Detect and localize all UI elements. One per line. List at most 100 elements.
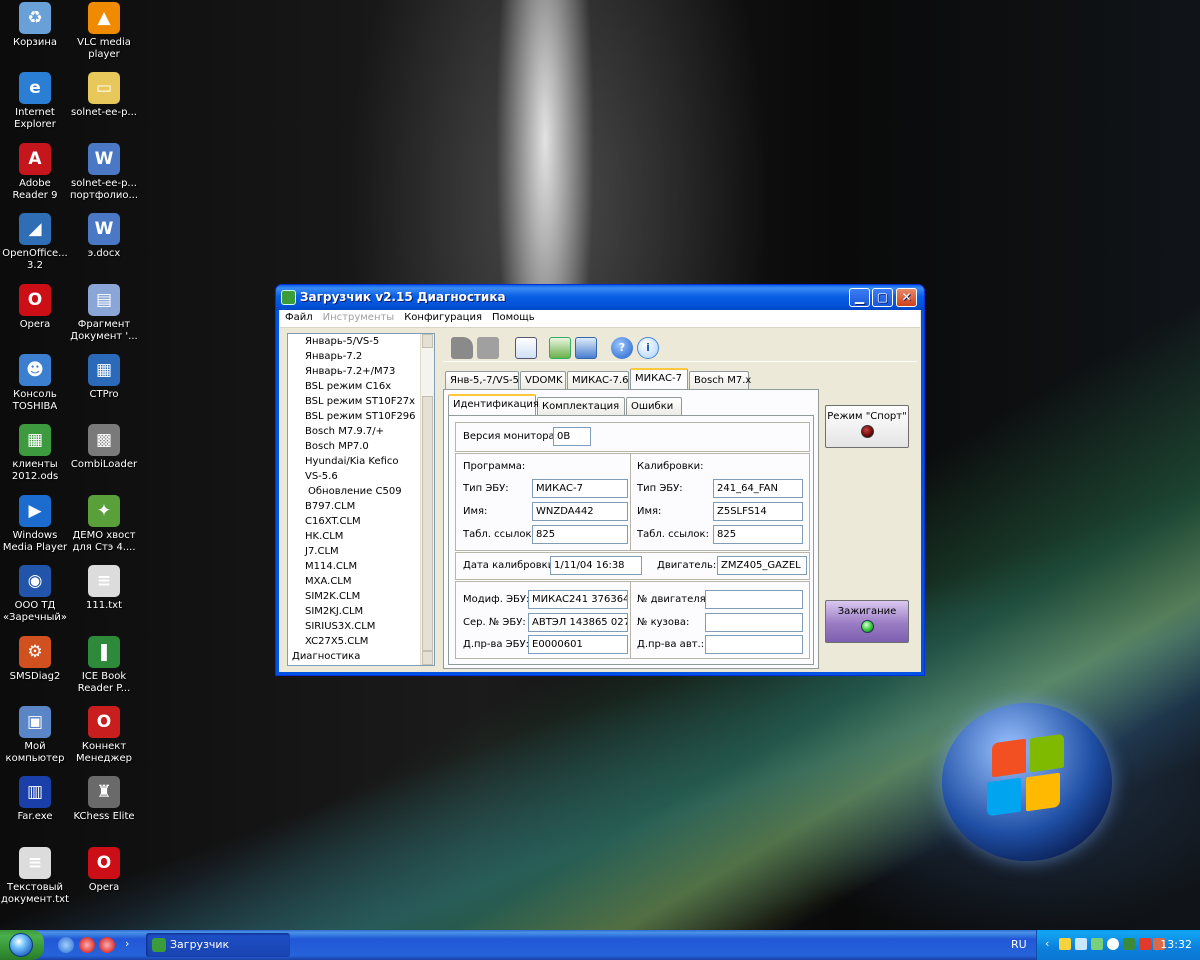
body-number-field[interactable] bbox=[705, 613, 803, 632]
tree-item[interactable]: XC27X5.CLM bbox=[288, 634, 434, 649]
info-icon[interactable]: i bbox=[637, 337, 659, 359]
desktop-icon[interactable]: Wэ.docx bbox=[69, 213, 139, 260]
desktop-icon[interactable]: ⚙ SMSDiag2 bbox=[0, 635, 70, 683]
engine-field[interactable]: ZMZ405_GAZEL bbox=[717, 556, 807, 575]
desktop-icon[interactable]: ▦ клиенты 2012.ods bbox=[0, 424, 70, 483]
tab[interactable]: МИКАС-7.6 bbox=[567, 371, 629, 389]
tree-scrollbar[interactable] bbox=[420, 334, 434, 665]
menu-item[interactable]: Помощь bbox=[487, 310, 540, 325]
close-button[interactable]: ✕ bbox=[896, 288, 917, 307]
tree-item[interactable]: Январь-7.2 bbox=[288, 349, 434, 364]
tab[interactable]: Ошибки bbox=[626, 397, 682, 415]
tab[interactable]: МИКАС-7 bbox=[630, 368, 688, 389]
menu-item[interactable]: Конфигурация bbox=[399, 310, 487, 325]
tab[interactable]: Янв-5,-7/VS-5 bbox=[445, 371, 519, 389]
desktop-icon[interactable]: ♻ Корзина bbox=[0, 2, 70, 49]
ecu-mod-field[interactable]: МИКАС241 376364 bbox=[528, 590, 628, 609]
desktop-icon[interactable]: ◉ ООО ТД «Заречный» bbox=[0, 565, 70, 624]
scroll-down-arrow[interactable] bbox=[422, 651, 433, 665]
volume-icon[interactable] bbox=[1107, 938, 1119, 950]
tab[interactable]: VDOMK bbox=[520, 371, 566, 389]
network-signal-icon[interactable] bbox=[1075, 938, 1087, 950]
sport-mode-button[interactable]: Режим "Спорт" bbox=[825, 405, 909, 448]
quicklaunch-opera-icon-2[interactable] bbox=[99, 937, 115, 953]
desktop-icon[interactable]: ▩ CombiLoader bbox=[69, 424, 139, 471]
ignition-button[interactable]: Зажигание bbox=[825, 600, 909, 643]
program-name-field[interactable]: WNZDA442 bbox=[532, 502, 628, 521]
report-icon[interactable] bbox=[515, 337, 537, 359]
tree-item[interactable]: Диагностика bbox=[288, 649, 434, 664]
desktop-icon[interactable]: ▥ Far.exe bbox=[0, 776, 70, 823]
maximize-button[interactable]: ▢ bbox=[872, 288, 893, 307]
calibrations-ecu-type-field[interactable]: 241_64_FAN bbox=[713, 479, 803, 498]
tree-item[interactable]: SIM2KJ.CLM bbox=[288, 604, 434, 619]
antivirus-icon[interactable] bbox=[1123, 938, 1135, 950]
tab[interactable]: Идентификация bbox=[448, 394, 539, 415]
calibrations-name-field[interactable]: Z5SLFS14 bbox=[713, 502, 803, 521]
scroll-thumb[interactable] bbox=[422, 396, 433, 651]
tree-item[interactable]: Hyundai/Kia Kefico bbox=[288, 454, 434, 469]
tree-item[interactable]: BSL режим ST10F296 bbox=[288, 409, 434, 424]
desktop-icon[interactable]: ▦ CTPro bbox=[69, 354, 139, 401]
tree-item[interactable]: Январь-5/VS-5 bbox=[288, 334, 434, 349]
desktop-icon[interactable]: ≡ 111.txt bbox=[69, 565, 139, 612]
minimize-button[interactable]: ▁ bbox=[849, 288, 870, 307]
quicklaunch-opera-icon[interactable] bbox=[79, 937, 95, 953]
open-icon[interactable] bbox=[451, 337, 473, 359]
car-date-field[interactable] bbox=[705, 635, 803, 654]
ecu-tree-view[interactable]: Январь-5/VS-5 Январь-7.2 Январь-7.2+/M73 BS… bbox=[287, 333, 435, 666]
tree-item[interactable]: Январь-7.2+/M73 bbox=[288, 364, 434, 379]
tree-item[interactable]: VS-5.6 bbox=[288, 469, 434, 484]
desktop-icon[interactable]: O Opera bbox=[69, 846, 139, 894]
scroll-up-arrow[interactable] bbox=[422, 334, 433, 348]
quicklaunch-ie-icon[interactable] bbox=[58, 937, 74, 953]
tree-item[interactable]: BSL режим C16x bbox=[288, 379, 434, 394]
help-icon[interactable]: ? bbox=[611, 337, 633, 359]
tree-item[interactable]: MXA.CLM bbox=[288, 574, 434, 589]
desktop-icon[interactable]: ◢ OpenOffice... 3.2 bbox=[0, 213, 70, 272]
tree-item[interactable]: C16XT.CLM bbox=[288, 514, 434, 529]
desktop-icon[interactable]: ≡ Текстовый документ.txt bbox=[0, 846, 70, 906]
calibration-date-field[interactable]: 1/11/04 16:38 bbox=[550, 556, 642, 575]
stop-icon[interactable] bbox=[477, 337, 499, 359]
tree-item[interactable]: Обновление C509 bbox=[288, 484, 434, 499]
tree-item[interactable]: M114.CLM bbox=[288, 559, 434, 574]
desktop-icon[interactable]: A Adobe Reader 9 bbox=[0, 142, 70, 202]
ecu-date-field[interactable]: E0000601 bbox=[528, 635, 628, 654]
tree-item[interactable]: BSL режим ST10F27x bbox=[288, 394, 434, 409]
desktop-icon[interactable]: ▭ solnet-ee-p... bbox=[69, 72, 139, 119]
read-icon[interactable] bbox=[549, 337, 571, 359]
language-indicator[interactable]: RU bbox=[1011, 938, 1027, 951]
desktop-icon[interactable]: O Коннект Менеджер bbox=[69, 706, 139, 765]
window-titlebar[interactable]: Загрузчик v2.15 Диагностика ▁ ▢ ✕ bbox=[276, 285, 924, 310]
desktop-icon[interactable]: ▤ Фрагмент Документ '... bbox=[69, 283, 139, 343]
desktop-icon[interactable]: Wsolnet-ee-p... портфолио... bbox=[69, 142, 139, 202]
quicklaunch-expand-icon[interactable]: › bbox=[125, 937, 129, 950]
program-table-field[interactable]: 825 bbox=[532, 525, 628, 544]
program-ecu-type-field[interactable]: МИКАС-7 bbox=[532, 479, 628, 498]
tree-item[interactable]: J7.CLM bbox=[288, 544, 434, 559]
tree-item[interactable]: SIRIUS3X.CLM bbox=[288, 619, 434, 634]
desktop-icon[interactable]: ▲ VLC media player bbox=[69, 2, 139, 61]
desktop-icon[interactable]: ♜ KChess Elite bbox=[69, 776, 139, 823]
taskbar-item-loader[interactable]: Загрузчик bbox=[146, 933, 290, 957]
write-icon[interactable] bbox=[575, 337, 597, 359]
desktop-icon[interactable]: O Opera bbox=[0, 283, 70, 331]
calibrations-table-field[interactable]: 825 bbox=[713, 525, 803, 544]
desktop-icon[interactable]: ❚ ICE Book Reader P... bbox=[69, 635, 139, 695]
tree-item[interactable]: Bosch M7.9.7/+ bbox=[288, 424, 434, 439]
tray-expand-icon[interactable]: ‹ bbox=[1045, 937, 1049, 950]
desktop-icon[interactable]: ▶ Windows Media Player bbox=[0, 494, 70, 554]
tree-item[interactable]: SIM2K.CLM bbox=[288, 589, 434, 604]
desktop-icon[interactable]: ☻ Консоль TOSHIBA bbox=[0, 354, 70, 413]
warning-icon[interactable] bbox=[1139, 938, 1151, 950]
tab[interactable]: Bosch M7.x bbox=[689, 371, 751, 389]
tree-item[interactable]: Bosch MP7.0 bbox=[288, 439, 434, 454]
security-shield-icon[interactable] bbox=[1059, 938, 1071, 950]
monitor-version-field[interactable]: 0B bbox=[553, 427, 591, 446]
tree-item[interactable]: HK.CLM bbox=[288, 529, 434, 544]
menu-item[interactable]: Файл bbox=[280, 310, 318, 325]
tree-item[interactable]: B797.CLM bbox=[288, 499, 434, 514]
usb-device-icon[interactable] bbox=[1091, 938, 1103, 950]
start-button[interactable] bbox=[0, 930, 44, 960]
